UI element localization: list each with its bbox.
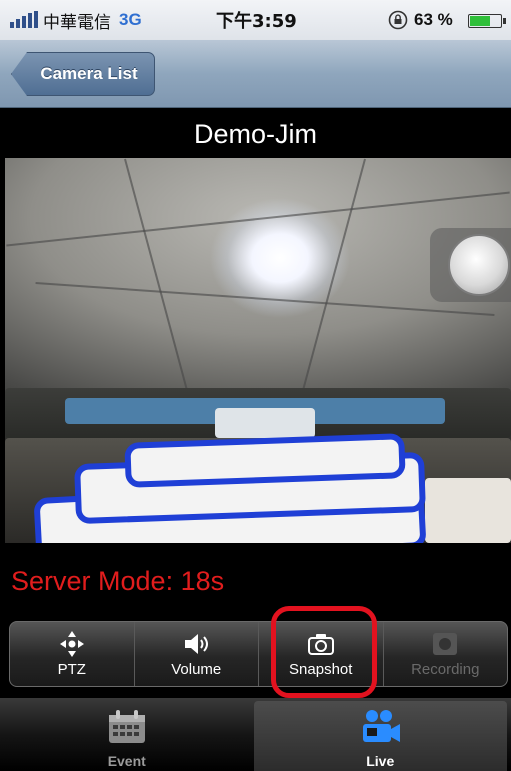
tab-live[interactable]: Live bbox=[253, 701, 507, 771]
tab-event-label: Event bbox=[107, 753, 146, 769]
control-toolbar: PTZ Volume Snapshot Recording bbox=[9, 621, 508, 687]
recording-button[interactable]: Recording bbox=[384, 622, 508, 686]
video-users-icon bbox=[363, 710, 401, 742]
network-type: 3G bbox=[119, 10, 142, 29]
joystick-knob-icon[interactable] bbox=[448, 234, 510, 296]
calendar-icon bbox=[108, 710, 145, 743]
volume-button[interactable]: Volume bbox=[135, 622, 259, 686]
camera-name-title: Demo-Jim bbox=[0, 108, 511, 158]
signal-icon bbox=[10, 11, 38, 28]
speaker-icon bbox=[185, 633, 209, 654]
rotation-lock-icon bbox=[388, 10, 408, 30]
snapshot-highlight-annotation bbox=[271, 606, 377, 698]
server-mode-status: Server Mode: 18s bbox=[11, 566, 225, 596]
status-bar: 中華電信 3G 下午3:59 63 % bbox=[0, 0, 511, 40]
recording-label: Recording bbox=[411, 660, 480, 678]
record-icon bbox=[433, 632, 458, 655]
navigation-bar: Camera List bbox=[0, 40, 511, 108]
battery-percent: 63 % bbox=[414, 10, 453, 29]
status-time: 下午3:59 bbox=[216, 11, 297, 32]
tab-event[interactable]: Event bbox=[0, 698, 254, 771]
ptz-label: PTZ bbox=[57, 660, 86, 678]
volume-label: Volume bbox=[171, 660, 222, 678]
battery-fill bbox=[470, 16, 491, 26]
live-video-feed[interactable] bbox=[5, 158, 511, 543]
ptz-joystick[interactable] bbox=[430, 228, 511, 302]
camera-list-back-button[interactable]: Camera List bbox=[11, 52, 155, 96]
carrier-name: 中華電信 bbox=[43, 12, 111, 33]
ptz-arrows-icon bbox=[59, 630, 84, 657]
battery-icon bbox=[468, 14, 506, 28]
ptz-button[interactable]: PTZ bbox=[10, 622, 135, 686]
tab-bar: Event Live bbox=[0, 698, 511, 771]
tab-live-label: Live bbox=[366, 753, 395, 769]
